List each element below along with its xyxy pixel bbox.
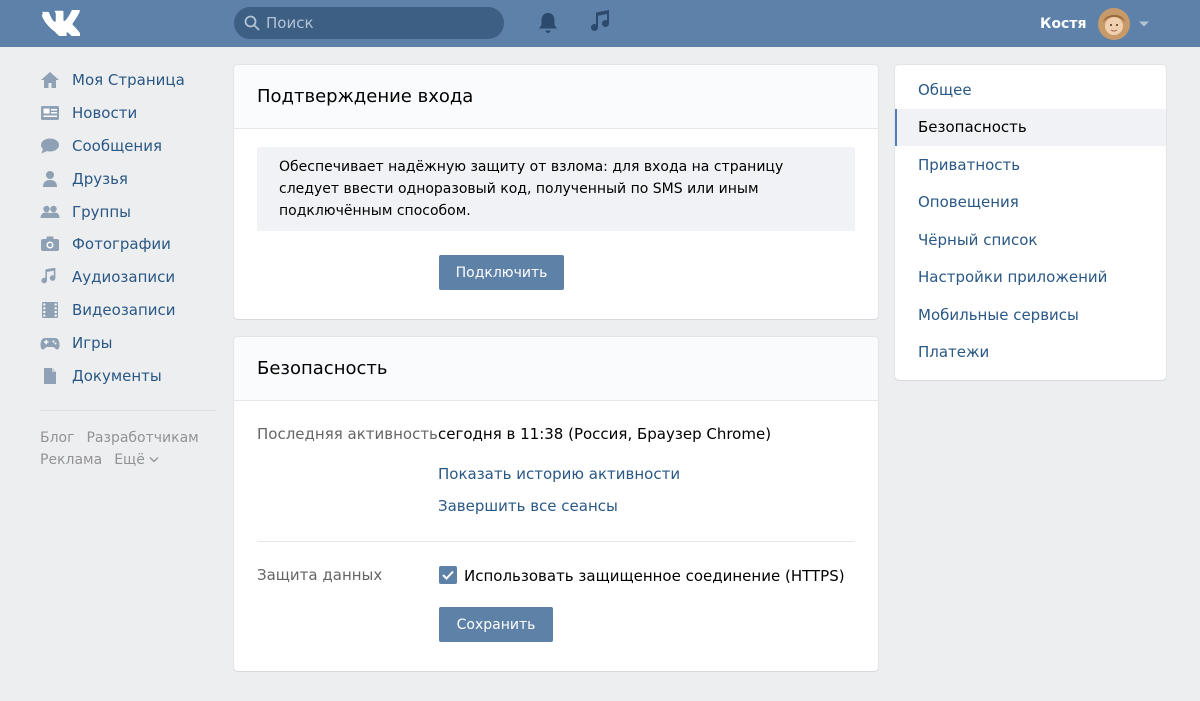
nav-divider [40,409,216,411]
login-confirmation-card: Подтверждение входа Обеспечивает надёжну… [234,65,878,319]
nav-label: Группы [72,202,132,221]
left-nav: Моя Страница Новости Сообщения Друзья Гр… [40,64,216,471]
user-menu[interactable]: Костя [1040,7,1150,41]
footer-link-developers[interactable]: Разработчикам [86,430,198,446]
settings-menu-item-security[interactable]: Безопасность [895,108,1166,146]
nav-label: Друзья [72,169,128,188]
news-icon [40,104,60,122]
nav-label: Новости [72,104,138,123]
nav-item-news[interactable]: Новости [40,97,216,130]
nav-label: Игры [72,333,113,352]
last-activity-label: Последняя активность [257,425,438,443]
nav-item-my-page[interactable]: Моя Страница [40,64,216,97]
data-protection-label: Защита данных [257,566,383,584]
messages-icon [40,137,60,155]
show-history-link[interactable]: Показать историю активности [438,465,680,483]
settings-menu-item-blacklist[interactable]: Чёрный список [895,221,1166,259]
footer-link-more[interactable]: Ещё [114,452,159,468]
nav-label: Моя Страница [72,71,185,90]
settings-menu-item-payments[interactable]: Платежи [895,334,1166,372]
friend-icon [40,170,60,188]
settings-menu-item-mobile[interactable]: Мобильные сервисы [895,296,1166,334]
nav-item-documents[interactable]: Документы [40,359,216,392]
chevron-down-icon [149,457,159,463]
camera-icon [40,235,60,253]
check-icon [442,570,454,580]
nav-label: Документы [72,366,162,385]
security-card: Безопасность Последняя активность сегодн… [234,337,878,671]
https-checkbox[interactable] [439,566,457,584]
video-icon [40,301,60,319]
search-input[interactable] [266,14,486,32]
gamepad-icon [40,334,60,352]
avatar[interactable] [1098,8,1131,40]
nav-label: Сообщения [72,136,163,155]
settings-menu-item-app-settings[interactable]: Настройки приложений [895,259,1166,297]
chevron-down-icon[interactable] [1138,20,1150,28]
settings-menu-item-notifications[interactable]: Оповещения [895,184,1166,222]
nav-label: Видеозаписи [72,300,176,319]
connect-button[interactable]: Подключить [439,255,564,290]
music-icon [40,268,60,286]
bell-icon[interactable] [537,11,559,35]
last-activity-value: сегодня в 11:38 (Россия, Браузер Chrome) [438,425,772,443]
search-box[interactable] [234,7,504,39]
nav-item-messages[interactable]: Сообщения [40,130,216,163]
groups-icon [40,203,60,221]
search-icon [244,15,260,31]
card-title: Безопасность [234,337,878,401]
footer-link-blog[interactable]: Блог [40,430,74,446]
settings-menu: Общее Безопасность Приватность Оповещени… [895,65,1166,380]
footer-link-ads[interactable]: Реклама [40,452,102,468]
document-icon [40,367,60,385]
top-header: Костя [0,0,1200,47]
nav-label: Фотографии [72,235,171,254]
user-name[interactable]: Костя [1040,16,1086,32]
nav-item-games[interactable]: Игры [40,326,216,359]
nav-item-photos[interactable]: Фотографии [40,228,216,261]
save-button[interactable]: Сохранить [439,607,553,642]
music-icon[interactable] [590,10,614,36]
section-divider [257,541,855,542]
vk-logo-icon[interactable] [40,10,80,36]
nav-item-groups[interactable]: Группы [40,195,216,228]
https-checkbox-label[interactable]: Использовать защищенное соединение (HTTP… [464,567,845,585]
nav-item-friends[interactable]: Друзья [40,162,216,195]
card-title: Подтверждение входа [234,65,878,129]
footer-link-more-label: Ещё [114,451,145,468]
nav-item-video[interactable]: Видеозаписи [40,294,216,327]
footer-links: Блог Разработчикам Реклама Ещё [40,427,216,471]
info-box: Обеспечивает надёжную защиту от взлома: … [257,147,855,231]
nav-item-audio[interactable]: Аудиозаписи [40,261,216,294]
end-sessions-link[interactable]: Завершить все сеансы [438,497,618,515]
settings-menu-item-privacy[interactable]: Приватность [895,146,1166,184]
nav-label: Аудиозаписи [72,268,176,287]
settings-menu-item-general[interactable]: Общее [895,71,1166,109]
home-icon [40,71,60,89]
